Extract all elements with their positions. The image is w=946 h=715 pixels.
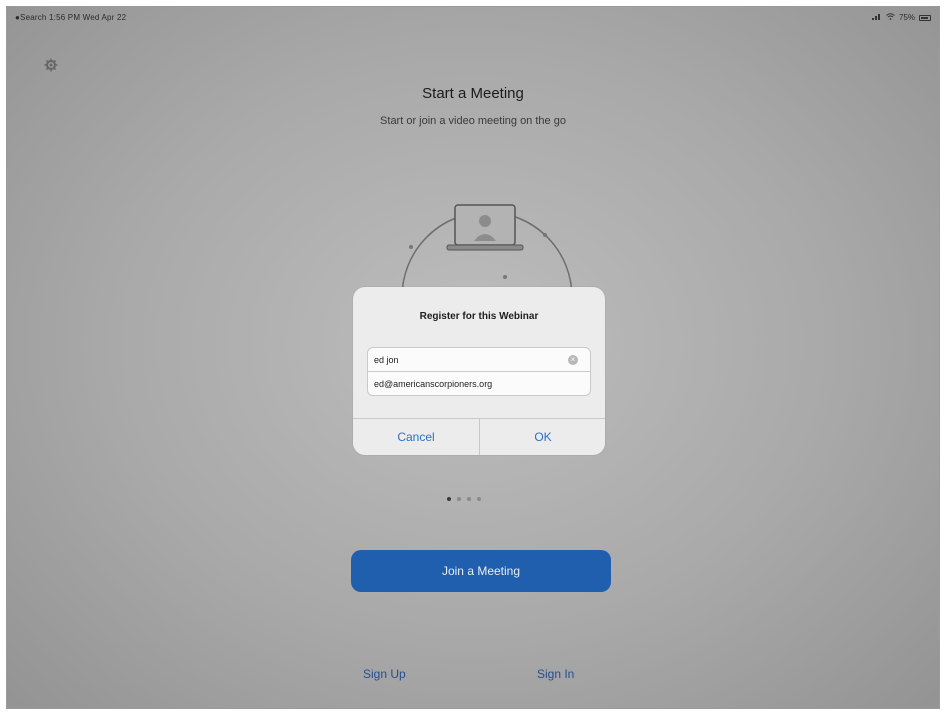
clear-text-icon[interactable]: × — [568, 355, 578, 365]
battery-percent: 75% — [898, 13, 915, 22]
register-dialog: Register for this Webinar ed jon × ed@am… — [353, 287, 605, 455]
page-dot — [477, 497, 481, 501]
join-meeting-button[interactable]: Join a Meeting — [351, 550, 611, 592]
page-dot — [457, 497, 461, 501]
signal-icon — [871, 13, 882, 22]
settings-button[interactable] — [43, 57, 59, 73]
page-dot — [447, 497, 451, 501]
name-field-value: ed jon — [374, 354, 399, 365]
battery-icon — [919, 14, 931, 21]
page-title: Start a Meeting — [422, 85, 524, 102]
ok-button[interactable]: OK — [480, 418, 605, 455]
wifi-icon — [886, 13, 895, 22]
email-field[interactable]: ed@americanscorpioners.org — [367, 371, 591, 396]
status-right: 75% — [871, 13, 931, 22]
dialog-title: Register for this Webinar — [419, 311, 539, 322]
sign-up-link[interactable]: Sign Up — [363, 667, 406, 681]
page-subtitle: Start or join a video meeting on the go — [380, 115, 566, 127]
name-field[interactable]: ed jon × — [367, 347, 591, 372]
status-left-text: ●Search 1:56 PM Wed Apr 22 — [15, 13, 127, 22]
status-bar: ●Search 1:56 PM Wed Apr 22 75% — [7, 7, 939, 27]
email-field-value: ed@americanscorpioners.org — [374, 378, 493, 389]
sign-in-link[interactable]: Sign In — [537, 667, 574, 681]
page-dot — [467, 497, 471, 501]
page-indicator — [447, 497, 481, 501]
app-screen: ●Search 1:56 PM Wed Apr 22 75% Start a M… — [6, 6, 940, 709]
gear-icon — [44, 58, 58, 72]
cancel-button[interactable]: Cancel — [353, 418, 479, 455]
